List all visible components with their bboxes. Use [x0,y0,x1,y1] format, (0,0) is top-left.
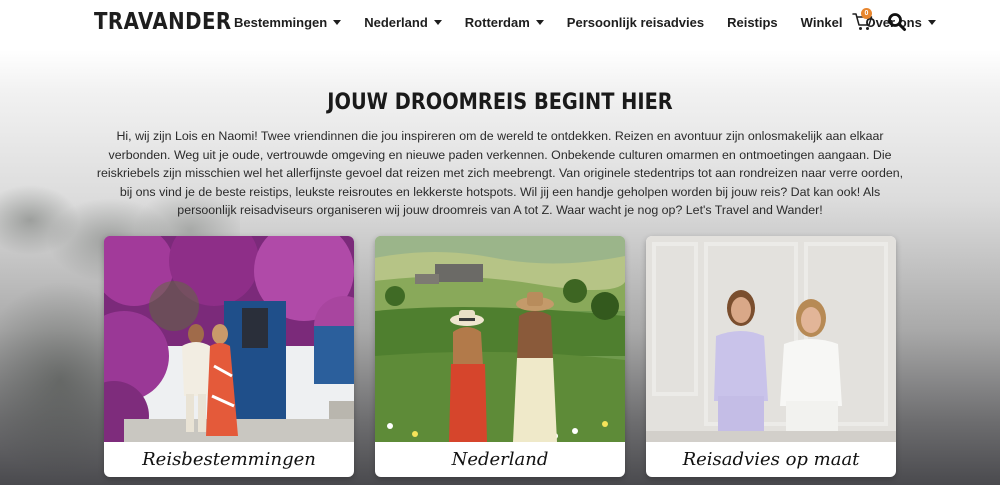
chevron-down-icon [535,19,544,25]
chevron-down-icon [927,19,936,25]
card-photo-portrait [646,236,896,442]
nav-item-label: Persoonlijk reisadvies [566,14,705,30]
hero-title: JOUW DROOMREIS BEGINT HIER [327,90,673,115]
main-nav: Bestemmingen Nederland Rotterdam Persoon… [234,0,959,44]
nav-item-label: Reistips [727,14,778,30]
hero-intro-text: Hi, wij zijn Lois en Naomi! Twee vriendi… [96,129,904,217]
nav-item-reistips[interactable]: Reistips [727,15,778,30]
nav-item-nederland[interactable]: Nederland [364,15,442,30]
nav-item-label: Bestemmingen [234,14,328,30]
nav-item-winkel[interactable]: Winkel [801,15,843,30]
nav-item-label: Winkel [800,14,843,30]
card-caption: Reisadvies op maat [682,449,860,470]
chevron-down-icon [433,19,442,25]
cart-count-badge: 0 [861,8,872,19]
site-header: TRAVANDER Bestemmingen Nederland Rotterd… [0,0,1000,50]
card-nederland[interactable]: Nederland [375,236,625,477]
nav-item-rotterdam[interactable]: Rotterdam [465,15,544,30]
card-photo-bougainvillea [104,236,354,442]
site-logo[interactable]: TRAVANDER [94,9,232,35]
nav-item-bestemmingen[interactable]: Bestemmingen [234,14,342,30]
card-caption: Nederland [451,449,549,470]
card-photo-countryside [375,236,625,442]
card-reisbestemmingen[interactable]: Reisbestemmingen [104,236,354,477]
nav-item-persoonlijk-reisadvies[interactable]: Persoonlijk reisadvies [567,15,704,30]
nav-item-label: Rotterdam [464,14,530,30]
nav-item-label: Nederland [364,14,428,30]
chevron-down-icon [333,19,342,25]
card-reisadvies-op-maat[interactable]: Reisadvies op maat [646,236,896,477]
card-caption: Reisbestemmingen [142,449,316,470]
search-icon[interactable] [887,12,907,32]
